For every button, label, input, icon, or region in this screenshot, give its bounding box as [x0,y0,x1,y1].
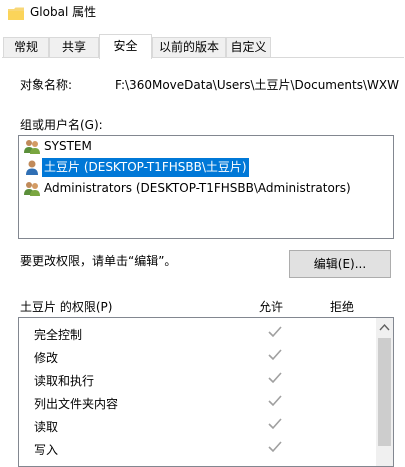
user-row-administrators[interactable]: Administrators (DESKTOP-T1FHSBB\Administ… [23,179,353,198]
user-name: Administrators (DESKTOP-T1FHSBB\Administ… [44,181,351,195]
user-name: SYSTEM [44,139,92,153]
allow-check-icon [268,418,282,430]
tab-strip: 常规 共享 安全 以前的版本 自定义 [0,34,405,59]
permission-name: 完全控制 [34,328,83,342]
user-row-system[interactable]: SYSTEM [23,137,94,156]
deny-header: 拒绝 [330,300,355,314]
tab-general[interactable]: 常规 [3,37,49,57]
permission-name: 修改 [34,351,59,365]
permission-name: 写入 [34,443,59,457]
tab-customize[interactable]: 自定义 [226,37,271,57]
permission-name: 读取 [34,420,59,434]
permissions-for-label: 土豆片 的权限(P) [20,300,113,314]
permission-name: 读取和执行 [34,374,95,388]
group-user-label: 组或用户名(G): [20,118,103,132]
allow-header: 允许 [259,300,284,314]
permission-row: 修改 [19,345,375,368]
user-name: 土豆片 (DESKTOP-T1FHSBB\土豆片) [42,158,249,177]
tab-sharing[interactable]: 共享 [49,37,99,57]
permission-row: 读取和执行 [19,368,375,391]
allow-check-icon [268,326,282,338]
users-group-icon [24,140,40,154]
edit-button[interactable]: 编辑(E)... [289,250,391,278]
allow-check-icon [268,395,282,407]
allow-check-icon [268,372,282,384]
tab-security[interactable]: 安全 [99,34,152,59]
permission-name: 列出文件夹内容 [34,397,119,411]
permissions-scrollbar[interactable] [376,318,393,466]
tab-previous-versions[interactable]: 以前的版本 [152,37,226,57]
scroll-up-arrow-icon[interactable] [379,323,390,331]
allow-check-icon [268,349,282,361]
permission-row: 完全控制 [19,322,375,345]
users-group-icon [24,182,40,196]
user-listbox[interactable]: SYSTEM 土豆片 (DESKTOP-T1FHSBB\土豆片) Adminis… [18,135,394,239]
folder-icon [8,7,24,20]
user-icon [26,160,38,175]
scroll-thumb[interactable] [378,338,391,446]
permission-row: 列出文件夹内容 [19,391,375,414]
title-bar: Global 属性 [0,0,405,32]
object-name-value: F:\360MoveData\Users\土豆片\Documents\WXW [115,78,399,92]
change-permission-hint: 要更改权限，请单击“编辑”。 [20,254,177,268]
permission-row: 读取 [19,414,375,437]
permission-row: 写入 [19,437,375,460]
allow-check-icon [268,441,282,453]
permissions-list[interactable]: 完全控制 修改 读取和执行 列出文件夹内容 读取 写入 [18,317,394,467]
window-title: Global 属性 [30,5,97,19]
object-name-label: 对象名称: [20,78,73,92]
user-row-tudoupian[interactable]: 土豆片 (DESKTOP-T1FHSBB\土豆片) [23,158,249,177]
